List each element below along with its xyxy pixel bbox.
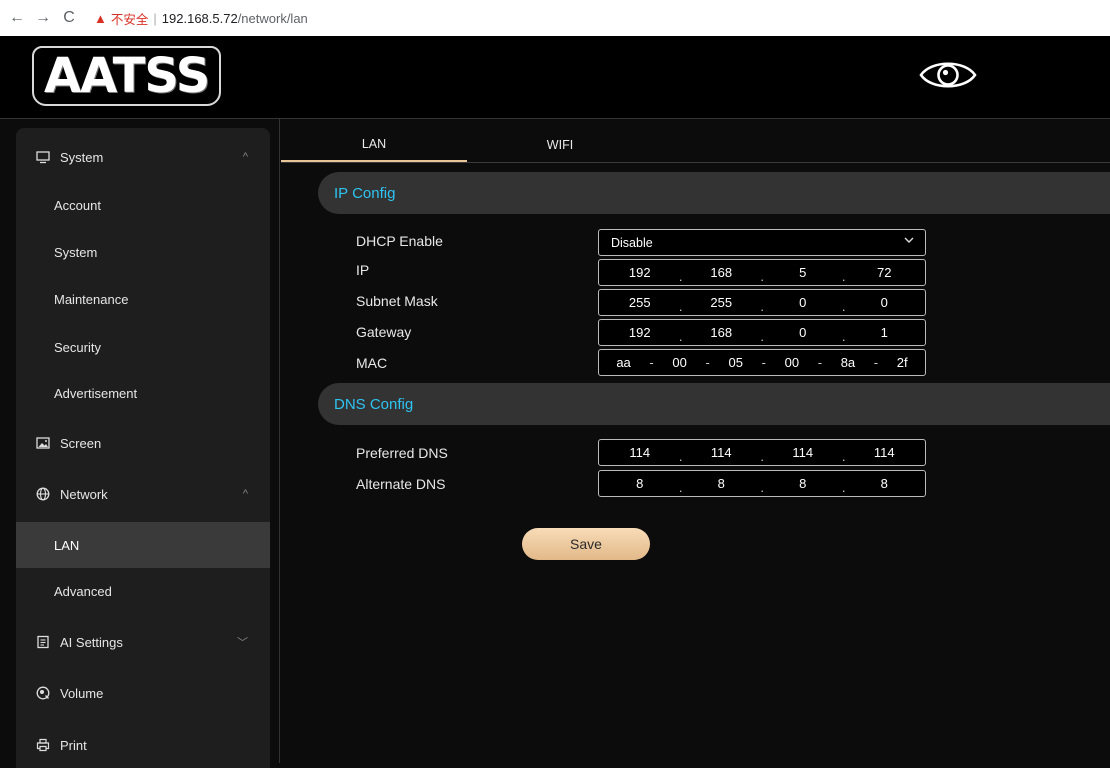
- mask-octet-1[interactable]: 255: [629, 295, 651, 310]
- volume-icon: [36, 686, 50, 700]
- gateway-octet-4[interactable]: 1: [881, 325, 888, 340]
- logo: AATSS: [32, 46, 222, 106]
- sidebar-item-account[interactable]: Account: [16, 182, 270, 228]
- chevron-up-icon: ^: [242, 151, 248, 163]
- sidebar-item-maintenance[interactable]: Maintenance: [16, 276, 270, 322]
- eye-icon[interactable]: [917, 57, 979, 93]
- globe-icon: [36, 487, 50, 501]
- sidebar-item-label: Network: [60, 486, 108, 502]
- reload-button[interactable]: C: [58, 9, 80, 27]
- gateway-octet-2[interactable]: 168: [710, 325, 732, 340]
- gateway-octet-3[interactable]: 0: [799, 325, 806, 340]
- mask-octet-2[interactable]: 255: [710, 295, 732, 310]
- insecure-label[interactable]: 不安全: [111, 9, 149, 28]
- sidebar-item-label: Print: [60, 737, 87, 753]
- mac-dash: -: [705, 355, 710, 370]
- pdns-octet-4[interactable]: 114: [874, 445, 895, 460]
- dhcp-select[interactable]: Disable: [598, 229, 926, 256]
- tab-lan[interactable]: LAN: [281, 128, 467, 162]
- content-divider: [279, 119, 280, 763]
- mac-part-2: 00: [672, 355, 687, 370]
- tab-underline: [281, 162, 1110, 163]
- mac-dash: -: [761, 355, 766, 370]
- sidebar-item-ai-settings[interactable]: AI Settings ﹀: [16, 619, 270, 665]
- mac-part-4: 00: [784, 355, 800, 370]
- header: AATSS: [0, 36, 1110, 118]
- adns-octet-1[interactable]: 8: [636, 476, 643, 491]
- sidebar-item-screen[interactable]: Screen: [16, 420, 270, 466]
- mac-part-3: 05: [728, 355, 743, 370]
- subnet-mask-field[interactable]: 255. 255. 0. 0: [598, 289, 926, 316]
- ip-config-header: IP Config: [318, 172, 1110, 214]
- mac-part-5: 8a: [840, 355, 856, 370]
- ip-octet-2[interactable]: 168: [710, 265, 732, 280]
- tab-wifi[interactable]: WIFI: [467, 128, 653, 162]
- sidebar-item-label: AI Settings: [60, 634, 123, 650]
- gateway-label: Gateway: [356, 324, 412, 340]
- mac-dash: -: [649, 355, 654, 370]
- adns-octet-4[interactable]: 8: [881, 476, 888, 491]
- preferred-dns-field[interactable]: 114. 114. 114. 114: [598, 439, 926, 466]
- gateway-field[interactable]: 192. 168. 0. 1: [598, 319, 926, 346]
- monitor-icon: [36, 150, 50, 164]
- browser-toolbar: ← → C ▲ 不安全 | 192.168.5.72/network/lan: [0, 0, 1110, 36]
- url-host[interactable]: 192.168.5.72: [162, 11, 238, 26]
- mac-label: MAC: [356, 355, 388, 371]
- mac-dash: -: [817, 355, 823, 370]
- sidebar-item-label: Screen: [60, 435, 102, 451]
- mac-field: aa - 00 - 05 - 00 - 8a - 2f: [598, 349, 926, 376]
- warning-icon: ▲: [94, 10, 107, 26]
- sidebar-item-lan[interactable]: LAN: [16, 522, 270, 568]
- chevron-down-icon: ﹀: [237, 637, 248, 649]
- dhcp-label: DHCP Enable: [356, 233, 443, 249]
- url-separator: |: [153, 10, 157, 26]
- document-icon: [36, 635, 50, 649]
- mac-dash: -: [873, 355, 879, 370]
- gateway-octet-1[interactable]: 192: [629, 325, 651, 340]
- mask-octet-3[interactable]: 0: [799, 295, 806, 310]
- chevron-up-icon: ^: [242, 488, 248, 500]
- alternate-dns-label: Alternate DNS: [356, 476, 446, 492]
- logo-text: AATSS: [44, 48, 210, 104]
- alternate-dns-field[interactable]: 8. 8. 8. 8: [598, 470, 926, 497]
- sidebar-item-system[interactable]: System ^: [16, 134, 270, 180]
- pdns-octet-1[interactable]: 114: [629, 445, 650, 460]
- sidebar-item-volume[interactable]: Volume: [16, 670, 270, 716]
- sidebar: System ^ Account System Maintenance Secu…: [16, 128, 270, 768]
- ip-octet-1[interactable]: 192: [629, 265, 651, 280]
- save-button[interactable]: Save: [522, 528, 650, 560]
- mac-part-1: aa: [616, 355, 631, 370]
- chevron-down-icon: [903, 234, 915, 249]
- printer-icon: [36, 738, 50, 752]
- sidebar-item-label: System: [60, 149, 104, 165]
- sidebar-item-print[interactable]: Print: [16, 722, 270, 768]
- header-divider: [0, 118, 1110, 119]
- mask-octet-4[interactable]: 0: [881, 295, 888, 310]
- sidebar-item-system-settings[interactable]: System: [16, 229, 270, 275]
- back-button[interactable]: ←: [6, 9, 28, 27]
- ip-octet-3[interactable]: 5: [799, 265, 806, 280]
- preferred-dns-label: Preferred DNS: [356, 445, 448, 461]
- ip-address-field[interactable]: 192. 168. 5. 72: [598, 259, 926, 286]
- pdns-octet-3[interactable]: 114: [792, 445, 813, 460]
- subnet-mask-label: Subnet Mask: [356, 293, 438, 309]
- adns-octet-2[interactable]: 8: [718, 476, 725, 491]
- url-path[interactable]: /network/lan: [238, 11, 308, 26]
- sidebar-item-network[interactable]: Network ^: [16, 471, 270, 517]
- sidebar-item-advertisement[interactable]: Advertisement: [16, 370, 270, 416]
- ip-octet-4[interactable]: 72: [877, 265, 891, 280]
- mac-part-6: 2f: [896, 355, 908, 370]
- pdns-octet-2[interactable]: 114: [711, 445, 732, 460]
- sidebar-item-label: Volume: [60, 685, 104, 701]
- sidebar-item-security[interactable]: Security: [16, 324, 270, 370]
- sidebar-item-advanced[interactable]: Advanced: [16, 568, 270, 614]
- dns-config-header: DNS Config: [318, 383, 1110, 425]
- adns-octet-3[interactable]: 8: [799, 476, 806, 491]
- ip-label: IP: [356, 262, 370, 278]
- dhcp-value: Disable: [611, 235, 653, 250]
- image-icon: [36, 436, 50, 450]
- forward-button[interactable]: →: [32, 9, 54, 27]
